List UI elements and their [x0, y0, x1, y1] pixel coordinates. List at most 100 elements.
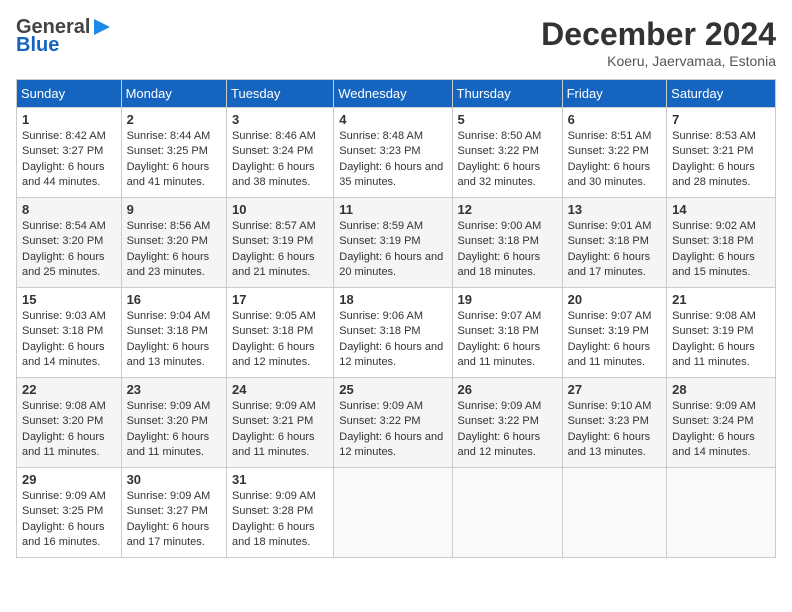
day-cell: 6 Sunrise: 8:51 AM Sunset: 3:22 PM Dayli… — [562, 108, 667, 198]
day-number: 16 — [127, 292, 221, 307]
month-title: December 2024 — [541, 16, 776, 53]
cell-sunrise: Sunrise: 9:05 AM — [232, 310, 316, 322]
day-number: 25 — [339, 382, 446, 397]
logo-blue: Blue — [16, 34, 112, 56]
cell-daylight: Daylight: 6 hours and 16 minutes. — [22, 521, 105, 548]
day-cell: 23 Sunrise: 9:09 AM Sunset: 3:20 PM Dayl… — [121, 378, 226, 468]
day-number: 5 — [458, 112, 557, 127]
day-number: 29 — [22, 472, 116, 487]
day-number: 1 — [22, 112, 116, 127]
cell-sunset: Sunset: 3:18 PM — [672, 235, 753, 247]
cell-sunset: Sunset: 3:18 PM — [458, 235, 539, 247]
week-row-2: 8 Sunrise: 8:54 AM Sunset: 3:20 PM Dayli… — [17, 198, 776, 288]
day-cell: 20 Sunrise: 9:07 AM Sunset: 3:19 PM Dayl… — [562, 288, 667, 378]
day-cell: 30 Sunrise: 9:09 AM Sunset: 3:27 PM Dayl… — [121, 468, 226, 558]
cell-sunrise: Sunrise: 8:59 AM — [339, 220, 423, 232]
day-cell: 16 Sunrise: 9:04 AM Sunset: 3:18 PM Dayl… — [121, 288, 226, 378]
cell-daylight: Daylight: 6 hours and 25 minutes. — [22, 251, 105, 278]
day-number: 24 — [232, 382, 328, 397]
day-cell: 28 Sunrise: 9:09 AM Sunset: 3:24 PM Dayl… — [667, 378, 776, 468]
cell-sunset: Sunset: 3:18 PM — [22, 325, 103, 337]
day-cell: 5 Sunrise: 8:50 AM Sunset: 3:22 PM Dayli… — [452, 108, 562, 198]
day-cell: 7 Sunrise: 8:53 AM Sunset: 3:21 PM Dayli… — [667, 108, 776, 198]
day-number: 10 — [232, 202, 328, 217]
cell-sunrise: Sunrise: 8:56 AM — [127, 220, 211, 232]
cell-sunset: Sunset: 3:25 PM — [22, 505, 103, 517]
cell-sunrise: Sunrise: 9:04 AM — [127, 310, 211, 322]
day-cell: 15 Sunrise: 9:03 AM Sunset: 3:18 PM Dayl… — [17, 288, 122, 378]
day-cell: 2 Sunrise: 8:44 AM Sunset: 3:25 PM Dayli… — [121, 108, 226, 198]
day-number: 18 — [339, 292, 446, 307]
col-header-friday: Friday — [562, 80, 667, 108]
cell-sunset: Sunset: 3:20 PM — [22, 415, 103, 427]
day-cell — [452, 468, 562, 558]
col-header-wednesday: Wednesday — [334, 80, 452, 108]
cell-sunrise: Sunrise: 9:08 AM — [672, 310, 756, 322]
day-number: 15 — [22, 292, 116, 307]
day-cell — [334, 468, 452, 558]
day-cell: 14 Sunrise: 9:02 AM Sunset: 3:18 PM Dayl… — [667, 198, 776, 288]
cell-sunrise: Sunrise: 9:09 AM — [672, 400, 756, 412]
cell-sunrise: Sunrise: 9:02 AM — [672, 220, 756, 232]
title-area: December 2024 Koeru, Jaervamaa, Estonia — [541, 16, 776, 69]
cell-sunrise: Sunrise: 8:54 AM — [22, 220, 106, 232]
page-header: General Blue December 2024 Koeru, Jaerva… — [16, 16, 776, 69]
day-number: 7 — [672, 112, 770, 127]
day-cell: 4 Sunrise: 8:48 AM Sunset: 3:23 PM Dayli… — [334, 108, 452, 198]
day-cell: 11 Sunrise: 8:59 AM Sunset: 3:19 PM Dayl… — [334, 198, 452, 288]
cell-daylight: Daylight: 6 hours and 18 minutes. — [232, 521, 315, 548]
cell-daylight: Daylight: 6 hours and 44 minutes. — [22, 161, 105, 188]
day-number: 19 — [458, 292, 557, 307]
day-cell: 19 Sunrise: 9:07 AM Sunset: 3:18 PM Dayl… — [452, 288, 562, 378]
cell-sunset: Sunset: 3:22 PM — [568, 145, 649, 157]
cell-sunset: Sunset: 3:22 PM — [339, 415, 420, 427]
cell-sunrise: Sunrise: 9:07 AM — [458, 310, 542, 322]
cell-sunset: Sunset: 3:18 PM — [232, 325, 313, 337]
day-number: 2 — [127, 112, 221, 127]
day-cell: 12 Sunrise: 9:00 AM Sunset: 3:18 PM Dayl… — [452, 198, 562, 288]
day-number: 28 — [672, 382, 770, 397]
cell-sunrise: Sunrise: 9:09 AM — [339, 400, 423, 412]
cell-sunset: Sunset: 3:19 PM — [672, 325, 753, 337]
cell-sunrise: Sunrise: 9:08 AM — [22, 400, 106, 412]
day-number: 17 — [232, 292, 328, 307]
day-number: 27 — [568, 382, 662, 397]
cell-sunrise: Sunrise: 9:09 AM — [22, 490, 106, 502]
cell-daylight: Daylight: 6 hours and 12 minutes. — [339, 341, 443, 368]
cell-sunrise: Sunrise: 9:09 AM — [127, 400, 211, 412]
day-number: 6 — [568, 112, 662, 127]
day-cell — [667, 468, 776, 558]
day-number: 4 — [339, 112, 446, 127]
cell-daylight: Daylight: 6 hours and 11 minutes. — [22, 431, 105, 458]
day-number: 9 — [127, 202, 221, 217]
cell-sunset: Sunset: 3:28 PM — [232, 505, 313, 517]
day-cell: 31 Sunrise: 9:09 AM Sunset: 3:28 PM Dayl… — [227, 468, 334, 558]
cell-sunset: Sunset: 3:18 PM — [127, 325, 208, 337]
day-number: 20 — [568, 292, 662, 307]
cell-sunset: Sunset: 3:24 PM — [672, 415, 753, 427]
cell-daylight: Daylight: 6 hours and 11 minutes. — [672, 341, 755, 368]
cell-daylight: Daylight: 6 hours and 11 minutes. — [458, 341, 541, 368]
cell-daylight: Daylight: 6 hours and 41 minutes. — [127, 161, 210, 188]
cell-daylight: Daylight: 6 hours and 28 minutes. — [672, 161, 755, 188]
cell-sunset: Sunset: 3:20 PM — [22, 235, 103, 247]
day-cell: 21 Sunrise: 9:08 AM Sunset: 3:19 PM Dayl… — [667, 288, 776, 378]
cell-sunset: Sunset: 3:22 PM — [458, 415, 539, 427]
day-cell: 13 Sunrise: 9:01 AM Sunset: 3:18 PM Dayl… — [562, 198, 667, 288]
cell-daylight: Daylight: 6 hours and 15 minutes. — [672, 251, 755, 278]
day-number: 8 — [22, 202, 116, 217]
day-cell: 1 Sunrise: 8:42 AM Sunset: 3:27 PM Dayli… — [17, 108, 122, 198]
day-number: 11 — [339, 202, 446, 217]
cell-sunset: Sunset: 3:19 PM — [568, 325, 649, 337]
cell-sunrise: Sunrise: 9:00 AM — [458, 220, 542, 232]
week-row-3: 15 Sunrise: 9:03 AM Sunset: 3:18 PM Dayl… — [17, 288, 776, 378]
cell-daylight: Daylight: 6 hours and 11 minutes. — [127, 431, 210, 458]
cell-sunrise: Sunrise: 9:09 AM — [232, 400, 316, 412]
cell-daylight: Daylight: 6 hours and 14 minutes. — [672, 431, 755, 458]
day-cell: 17 Sunrise: 9:05 AM Sunset: 3:18 PM Dayl… — [227, 288, 334, 378]
col-header-sunday: Sunday — [17, 80, 122, 108]
cell-sunset: Sunset: 3:23 PM — [339, 145, 420, 157]
cell-sunset: Sunset: 3:21 PM — [232, 415, 313, 427]
week-row-4: 22 Sunrise: 9:08 AM Sunset: 3:20 PM Dayl… — [17, 378, 776, 468]
cell-daylight: Daylight: 6 hours and 17 minutes. — [127, 521, 210, 548]
